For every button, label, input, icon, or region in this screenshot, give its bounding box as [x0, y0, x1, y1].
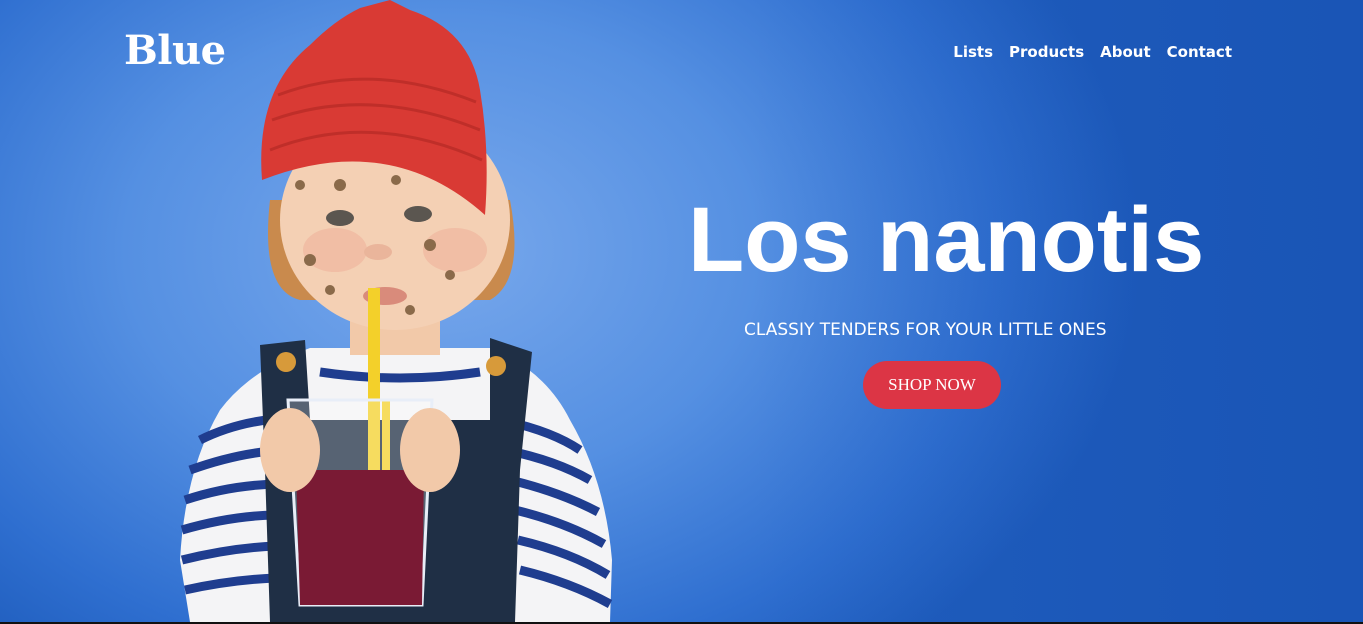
nav-about[interactable]: About [1100, 43, 1151, 61]
main-nav: Lists Products About Contact [953, 43, 1232, 61]
nav-products[interactable]: Products [1009, 43, 1084, 61]
hero-section: Blue Lists Products About Contact Los na… [0, 0, 1363, 624]
shop-now-button[interactable]: SHOP NOW [863, 361, 1001, 409]
nav-contact[interactable]: Contact [1167, 43, 1232, 61]
hero-image-child [180, 0, 613, 622]
hero-subtitle: CLASSIY TENDERS FOR YOUR LITTLE ONES [744, 320, 1107, 340]
brand-logo[interactable]: Blue [124, 27, 226, 74]
hero-title: Los nanotis [688, 189, 1205, 291]
nav-lists[interactable]: Lists [953, 43, 993, 61]
